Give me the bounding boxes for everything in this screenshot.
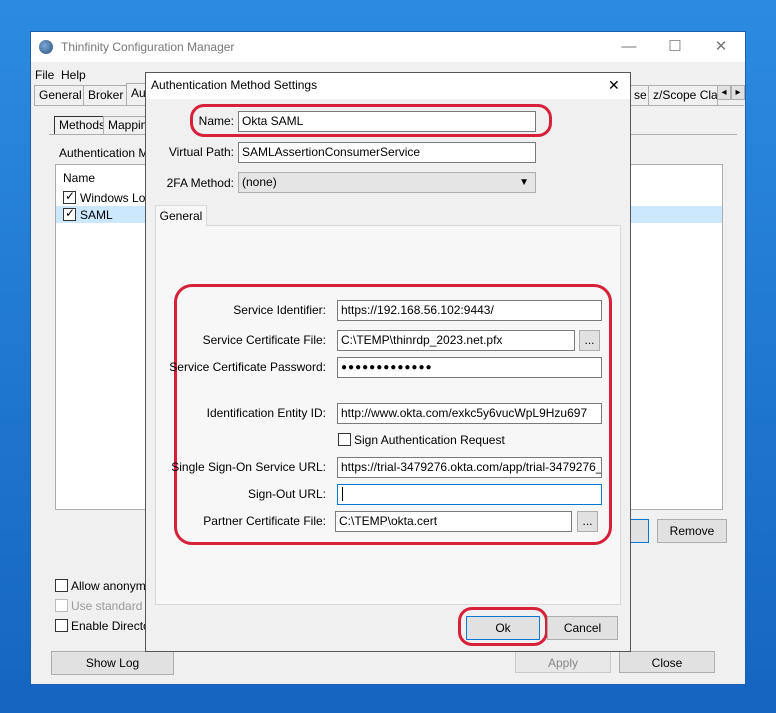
dialog-title: Authentication Method Settings — [151, 78, 318, 92]
tab-scroll-right-icon[interactable]: ▸ — [731, 85, 745, 100]
twofa-method-select[interactable]: (none) ▼ — [238, 172, 536, 193]
auth-settings-dialog: Authentication Method Settings ✕ Name: O… — [145, 72, 631, 652]
maximize-icon[interactable]: ☐ — [652, 32, 698, 62]
list-header-name: Name — [63, 171, 96, 185]
minimize-icon[interactable]: — — [606, 32, 652, 62]
enable-directory-checkbox[interactable] — [55, 619, 68, 632]
tab-zscope[interactable]: z/Scope Clas — [648, 85, 718, 105]
close-button[interactable]: Close — [619, 651, 715, 673]
show-log-button[interactable]: Show Log — [51, 651, 174, 675]
tab-general[interactable]: General — [34, 85, 87, 105]
app-logo-icon — [39, 40, 53, 54]
allow-anonymous-checkbox[interactable] — [55, 579, 68, 592]
list-item-label: SAML — [80, 208, 113, 222]
service-identifier-input[interactable]: https://192.168.56.102:9443/ — [337, 300, 602, 321]
main-titlebar: Thinfinity Configuration Manager — ☐ ✕ — [31, 32, 745, 62]
use-standard-browser-label: Use standard br — [71, 599, 157, 613]
virtual-path-input[interactable]: SAMLAssertionConsumerService — [238, 142, 536, 163]
service-cert-file-input[interactable]: C:\TEMP\thinrdp_2023.net.pfx — [337, 330, 575, 351]
authentication-methods-label: Authentication Me — [59, 146, 156, 160]
sign-auth-request-checkbox[interactable] — [338, 433, 351, 446]
identification-entity-input[interactable]: http://www.okta.com/exkc5y6vucWpL9Hzu697 — [337, 403, 602, 424]
use-standard-browser-checkbox — [55, 599, 68, 612]
partner-cert-input[interactable]: C:\TEMP\okta.cert — [335, 511, 572, 532]
service-cert-browse-button[interactable]: ... — [579, 330, 600, 351]
service-cert-file-label: Service Certificate File: — [202, 333, 326, 347]
identification-entity-label: Identification Entity ID: — [206, 406, 326, 420]
service-identifier-label: Service Identifier: — [233, 303, 326, 317]
dialog-close-icon[interactable]: ✕ — [608, 77, 620, 94]
cancel-button[interactable]: Cancel — [547, 616, 618, 640]
windows-logon-checkbox[interactable] — [63, 189, 76, 204]
tab-broker[interactable]: Broker — [83, 85, 129, 105]
subtab-methods[interactable]: Methods — [54, 116, 111, 134]
remove-button[interactable]: Remove — [657, 519, 727, 543]
twofa-method-value: (none) — [242, 175, 277, 189]
service-cert-password-input[interactable]: ●●●●●●●●●●●●● — [337, 357, 602, 378]
tab-general-dialog[interactable]: General — [155, 205, 207, 226]
partner-cert-label: Partner Certificate File: — [203, 514, 326, 528]
close-icon[interactable]: ✕ — [698, 32, 744, 62]
sso-url-input[interactable]: https://trial-3479276.okta.com/app/trial… — [337, 457, 602, 478]
signout-url-input[interactable] — [337, 484, 602, 505]
menu-help[interactable]: Help — [61, 68, 86, 82]
dialog-titlebar: Authentication Method Settings ✕ — [146, 73, 630, 99]
virtual-path-label: Virtual Path: — [168, 145, 234, 159]
edit-button-edge[interactable] — [629, 519, 649, 543]
menu-file[interactable]: File — [35, 68, 54, 82]
name-label: Name: — [198, 114, 234, 128]
sso-url-label: Single Sign-On Service URL: — [171, 460, 326, 474]
partner-cert-browse-button[interactable]: ... — [577, 511, 598, 532]
name-input[interactable]: Okta SAML — [238, 111, 536, 132]
chevron-down-icon: ▼ — [519, 177, 529, 188]
saml-checkbox[interactable] — [63, 206, 76, 221]
ok-button[interactable]: Ok — [466, 616, 540, 640]
apply-button: Apply — [515, 651, 611, 673]
main-window-title: Thinfinity Configuration Manager — [61, 40, 235, 54]
tab-scroll-left-icon[interactable]: ◂ — [717, 85, 731, 100]
sign-auth-request-label: Sign Authentication Request — [354, 433, 505, 447]
twofa-method-label: 2FA Method: — [166, 176, 234, 190]
text-caret — [342, 487, 343, 501]
signout-url-label: Sign-Out URL: — [247, 487, 326, 501]
service-cert-password-label: Service Certificate Password: — [169, 360, 326, 374]
